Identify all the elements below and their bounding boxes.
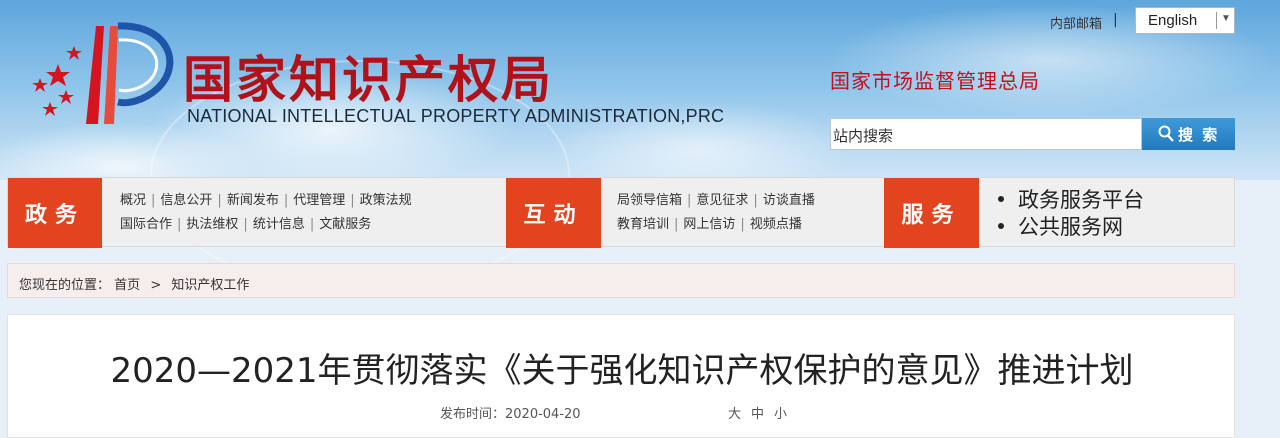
nav-divider: | [283,193,289,208]
font-size-controls: 大中小 [728,403,797,422]
main-nav: 政务 概况 | 信息公开 | 新闻发布 | 代理管理 | 政策法规 国际合作 | 执法维权 | 统计信息… [7,177,1235,248]
nav-tab-services[interactable]: 服务 [884,178,979,248]
service-link-public-service[interactable]: 公共服务网 [1018,215,1123,239]
header-separator: | [1113,12,1118,28]
nav-divider: | [740,217,745,232]
nav-divider: | [217,193,222,208]
publish-date: 发布时间：2020-04-20 [440,403,581,422]
nav-affairs-links: 概况 | 信息公开 | 新闻发布 | 代理管理 | 政策法规 国际合作 | 执法维权 | 统计信息 | 文献… [120,189,412,237]
breadcrumb-prefix: 您现在的位置： [19,278,111,293]
nav-link-video[interactable]: 视频点播 [750,217,802,232]
site-logo-chinese[interactable]: 国家知识产权局 [183,40,554,112]
site-header: 国家知识产权局 NATIONAL INTELLECTUAL PROPERTY A… [0,0,1280,290]
language-select-value: English [1148,12,1198,29]
nav-affairs-row-2: 国际合作 | 执法维权 | 统计信息 | 文献服务 [120,213,412,237]
nav-link-documentation[interactable]: 文献服务 [319,217,371,232]
nav-interaction-row-1: 局领导信箱 | 意见征求 | 访谈直播 [617,189,815,213]
font-size-medium-button[interactable]: 中 [751,407,774,422]
nav-divider: | [309,217,315,232]
breadcrumb-separator: > [150,278,162,293]
nav-link-info-disclosure[interactable]: 信息公开 [160,193,212,208]
breadcrumb: 您现在的位置： 首页 > 知识产权工作 [7,263,1235,298]
nav-link-consultation[interactable]: 意见征求 [696,193,748,208]
nav-link-petition[interactable]: 网上信访 [683,217,735,232]
article-panel: 2020—2021年贯彻落实《关于强化知识产权保护的意见》推进计划 发布时间：2… [7,314,1235,438]
search-button-label: 搜 索 [1178,126,1220,144]
nav-interaction-row-2: 教育培训 | 网上信访 | 视频点播 [617,213,815,237]
breadcrumb-home-link[interactable]: 首页 [114,278,140,293]
nav-link-international[interactable]: 国际合作 [120,217,172,232]
nav-link-statistics[interactable]: 统计信息 [253,217,305,232]
parent-agency-link[interactable]: 国家市场监督管理总局 [830,65,1040,94]
nav-divider: | [151,193,156,208]
search-icon [1158,125,1174,142]
services-list: 政务服务平台 公共服务网 [994,187,1144,241]
chevron-down-icon: ▼ [1221,13,1231,24]
article-title: 2020—2021年贯彻落实《关于强化知识产权保护的意见》推进计划 [110,351,1134,391]
nav-link-training[interactable]: 教育培训 [617,217,669,232]
nav-link-policies[interactable]: 政策法规 [360,193,412,208]
nav-divider: | [753,193,758,208]
publish-date-value: 2020-04-20 [505,407,581,422]
nav-link-overview[interactable]: 概况 [120,193,146,208]
nav-link-agency-management[interactable]: 代理管理 [293,193,345,208]
nav-divider: | [687,193,692,208]
nav-link-leader-mailbox[interactable]: 局领导信箱 [617,193,682,208]
internal-mail-link[interactable]: 内部邮箱 [1050,13,1102,32]
site-search-input[interactable]: 站内搜索 [830,118,1142,150]
font-size-small-button[interactable]: 小 [774,407,797,422]
font-size-large-button[interactable]: 大 [728,407,751,422]
service-link-gov-platform[interactable]: 政务服务平台 [1018,188,1144,212]
nav-link-enforcement[interactable]: 执法维权 [186,217,238,232]
language-select[interactable]: English ▼ [1135,7,1235,34]
nav-tab-interaction[interactable]: 互动 [506,178,601,248]
nav-interaction-links: 局领导信箱 | 意见征求 | 访谈直播 教育培训 | 网上信访 | 视频点播 [617,189,815,237]
nav-link-live-interview[interactable]: 访谈直播 [763,193,815,208]
bullet-icon [998,196,1004,202]
language-select-divider [1216,12,1217,29]
breadcrumb-current-link[interactable]: 知识产权工作 [171,278,249,293]
nav-divider: | [350,193,355,208]
nav-affairs-row-1: 概况 | 信息公开 | 新闻发布 | 代理管理 | 政策法规 [120,189,412,213]
list-item[interactable]: 政务服务平台 [994,187,1144,214]
publish-date-label: 发布时间： [440,407,506,422]
nav-divider: | [177,217,182,232]
nav-divider: | [674,217,679,232]
nav-link-press[interactable]: 新闻发布 [227,193,279,208]
search-button[interactable]: 搜 索 [1142,118,1235,150]
bullet-icon [998,223,1004,229]
nav-divider: | [243,217,248,232]
cnipa-emblem-icon[interactable] [18,6,183,126]
nav-tab-affairs[interactable]: 政务 [8,178,102,248]
list-item[interactable]: 公共服务网 [994,214,1144,241]
site-logo-english[interactable]: NATIONAL INTELLECTUAL PROPERTY ADMINISTR… [187,106,724,127]
